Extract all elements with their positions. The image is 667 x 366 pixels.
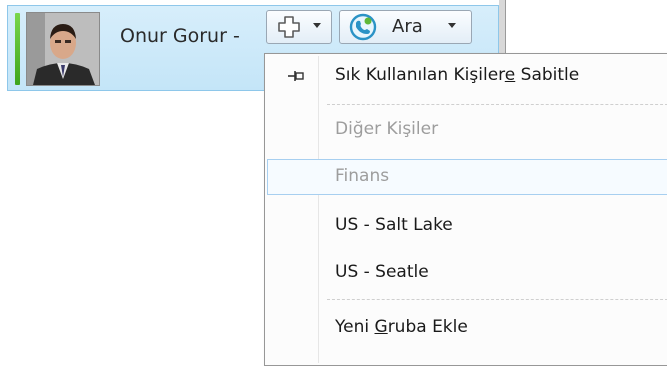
- menu-item-label: Yeni Gruba Ekle: [335, 317, 468, 337]
- pin-icon: [287, 68, 305, 88]
- menu-item-salt-lake[interactable]: US - Salt Lake: [267, 208, 667, 244]
- chevron-down-icon[interactable]: [448, 23, 456, 28]
- add-contact-icon: [276, 14, 302, 44]
- menu-item-finance: Finans: [267, 159, 667, 195]
- dropdown-menu: Sık Kullanılan Kişilere Sabitle Diğer Ki…: [264, 53, 667, 366]
- phone-call-icon: [348, 13, 378, 45]
- menu-item-other-contacts: Diğer Kişiler: [267, 112, 667, 148]
- menu-separator: [327, 299, 667, 300]
- menu-item-label: Sık Kullanılan Kişilere Sabitle: [335, 65, 580, 85]
- menu-item-new-group[interactable]: Yeni Gruba Ekle: [267, 310, 667, 346]
- menu-item-label: Diğer Kişiler: [335, 119, 439, 139]
- contact-name: Onur Gorur -: [120, 25, 240, 47]
- call-button-label: Ara: [392, 16, 423, 37]
- menu-item-label: US - Salt Lake: [335, 215, 453, 235]
- add-contact-button[interactable]: [266, 10, 332, 44]
- avatar[interactable]: [26, 12, 100, 86]
- menu-item-label: US - Seatle: [335, 262, 429, 282]
- menu-separator: [327, 104, 667, 105]
- menu-item-seattle[interactable]: US - Seatle: [267, 255, 667, 291]
- presence-indicator: [15, 13, 20, 85]
- menu-item-label: Finans: [335, 166, 390, 186]
- chevron-down-icon[interactable]: [313, 23, 321, 28]
- menu-item-pin-favorites[interactable]: Sık Kullanılan Kişilere Sabitle: [267, 58, 667, 94]
- call-button[interactable]: Ara: [339, 10, 472, 44]
